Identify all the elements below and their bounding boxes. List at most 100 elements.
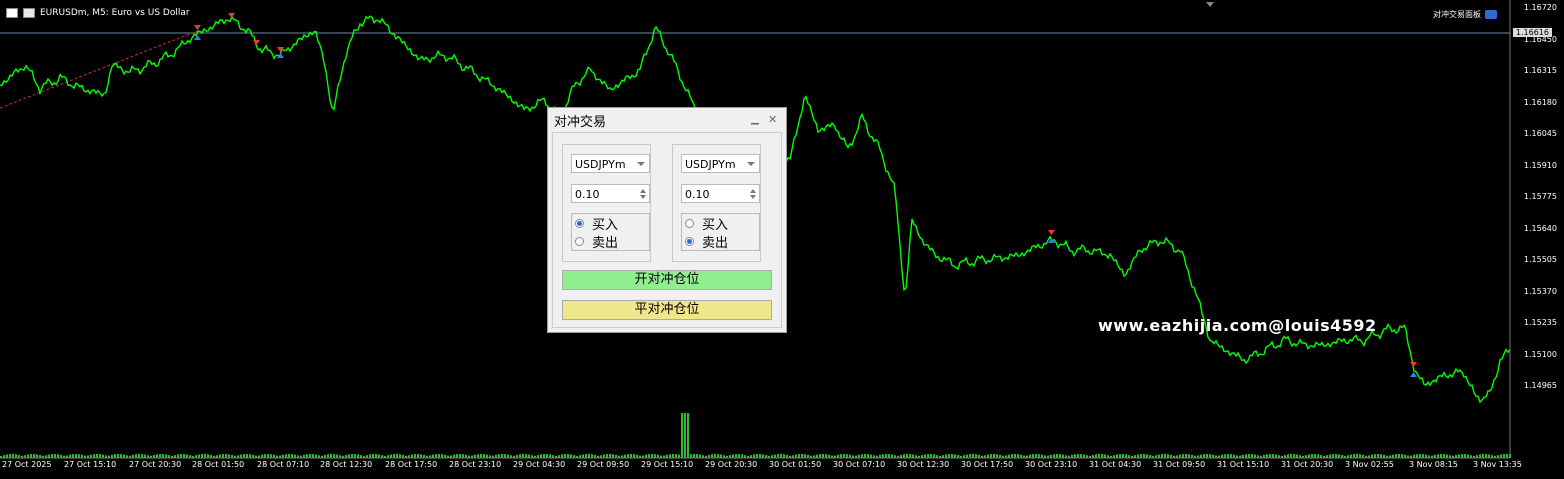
volume-bar (321, 455, 323, 458)
volume-bar (936, 455, 938, 458)
save-icon[interactable] (23, 8, 35, 18)
minimize-icon[interactable]: ▁ (751, 114, 759, 125)
volume-bar (327, 454, 329, 458)
volume-bar (300, 455, 302, 458)
volume-bar (600, 455, 602, 458)
volume-bar (138, 454, 140, 458)
volume-bar (84, 455, 86, 458)
volume-bar (855, 455, 857, 458)
watermark-text: www.eazhijia.com@louis4592 (1098, 316, 1377, 335)
left-sell-radio[interactable]: 卖出 (575, 233, 649, 251)
volume-bar (624, 454, 626, 458)
volume-bar (132, 454, 134, 458)
volume-bar (900, 454, 902, 458)
volume-bar (12, 454, 14, 458)
volume-bar (1215, 455, 1217, 458)
right-leg-panel: USDJPYm 0.10 买入 卖出 (672, 144, 761, 262)
close-hedge-button[interactable]: 平对冲仓位 (562, 300, 772, 320)
volume-bar (1053, 454, 1055, 458)
chart-window-icon[interactable] (6, 8, 18, 18)
volume-bar (6, 454, 8, 458)
volume-bar (786, 454, 788, 458)
left-lot-stepper[interactable]: 0.10 (571, 184, 650, 203)
radio-off-icon (575, 237, 584, 246)
volume-bar (333, 454, 335, 458)
time-label: 3 Nov 02:55 (1345, 460, 1394, 469)
volume-bar (1470, 455, 1472, 458)
volume-bar (1368, 455, 1370, 458)
spin-up-icon[interactable] (750, 189, 756, 193)
left-buy-radio[interactable]: 买入 (575, 215, 649, 233)
volume-bar (1392, 454, 1394, 458)
open-hedge-button[interactable]: 开对冲仓位 (562, 270, 772, 290)
volume-bar (114, 454, 116, 458)
volume-bar (942, 455, 944, 458)
left-leg-panel: USDJPYm 0.10 买入 卖出 (562, 144, 651, 262)
left-symbol-select[interactable]: USDJPYm (571, 154, 650, 173)
volume-bar (924, 454, 926, 458)
volume-bar (714, 454, 716, 458)
time-label: 31 Oct 04:30 (1089, 460, 1142, 469)
volume-bar (3, 455, 5, 458)
volume-bar (1194, 455, 1196, 458)
volume-bar (1263, 454, 1265, 458)
volume-bar (891, 454, 893, 458)
hedge-trading-dialog[interactable]: 对冲交易 ▁ ✕ USDJPYm 0.10 买入 卖出 USDJPYm 0.10… (547, 107, 787, 333)
volume-bar (483, 454, 485, 458)
volume-bar (315, 454, 317, 458)
volume-bar (1491, 455, 1493, 458)
volume-bar (867, 454, 869, 458)
right-sell-radio[interactable]: 卖出 (685, 233, 759, 251)
volume-bar (741, 454, 743, 458)
volume-bar (528, 454, 530, 458)
volume-bar (306, 454, 308, 458)
volume-bar (651, 454, 653, 458)
volume-bar (693, 454, 695, 458)
volume-bar (465, 454, 467, 458)
spin-down-icon[interactable] (750, 195, 756, 199)
volume-bar (1185, 454, 1187, 458)
right-symbol-select[interactable]: USDJPYm (681, 154, 760, 173)
volume-bar (663, 455, 665, 458)
volume-bar (1119, 454, 1121, 458)
volume-bar (789, 455, 791, 458)
volume-bar (369, 454, 371, 458)
volume-bar (159, 454, 161, 458)
volume-bar (1026, 455, 1028, 458)
volume-bar (42, 455, 44, 458)
volume-bar (1500, 454, 1502, 458)
volume-bar (1320, 455, 1322, 458)
time-label: 27 Oct 2025 (2, 460, 52, 469)
volume-bar (537, 455, 539, 458)
volume-bar (1476, 455, 1478, 458)
volume-bar (81, 454, 83, 458)
right-buy-radio[interactable]: 买入 (685, 215, 759, 233)
volume-bar (282, 454, 284, 458)
volume-bar (702, 455, 704, 458)
spin-up-icon[interactable] (640, 189, 646, 193)
close-icon[interactable]: ✕ (768, 113, 777, 126)
volume-bar (498, 454, 500, 458)
volume-bar (648, 454, 650, 458)
expert-advisor-label[interactable]: 对冲交易面板 (1433, 9, 1497, 20)
volume-bar (27, 454, 29, 458)
volume-bar (540, 454, 542, 458)
time-label: 31 Oct 15:10 (1217, 460, 1270, 469)
volume-bar (126, 455, 128, 458)
volume-bar (1290, 454, 1292, 458)
volume-bar (681, 413, 683, 458)
volume-bar (525, 454, 527, 458)
left-lot-value: 0.10 (575, 188, 600, 201)
volume-bar (546, 454, 548, 458)
volume-bar (1173, 455, 1175, 458)
right-lot-stepper[interactable]: 0.10 (681, 184, 760, 203)
volume-bar (807, 454, 809, 458)
volume-bar (24, 455, 26, 458)
volume-bar (687, 413, 689, 458)
volume-bar (933, 454, 935, 458)
volume-bar (1110, 455, 1112, 458)
volume-bar (252, 454, 254, 458)
spin-down-icon[interactable] (640, 195, 646, 199)
time-label: 28 Oct 17:50 (385, 460, 438, 469)
time-label: 3 Nov 08:15 (1409, 460, 1458, 469)
